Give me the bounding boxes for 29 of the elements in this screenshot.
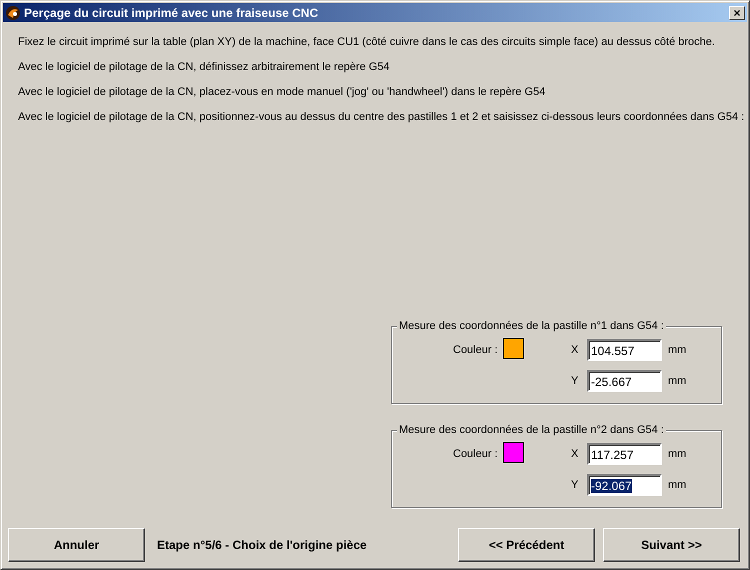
group-title: Mesure des coordonnées de la pastille n°1 dans G54 : <box>397 320 666 333</box>
next-button[interactable]: Suivant >> <box>603 528 740 562</box>
color-swatch[interactable] <box>503 442 524 463</box>
app-logo-icon <box>5 4 21 20</box>
coordinate-input[interactable]: 104.557 <box>587 339 662 361</box>
previous-button[interactable]: << Précédent <box>458 528 595 562</box>
axis-label: Y <box>571 375 580 387</box>
close-button[interactable]: × <box>729 6 745 20</box>
instruction-text: Fixez le circuit imprimé sur la table (plan XY) de la machine, face CU1 (côté cuivre dans le cas des circuits simple face) au dessus côté broche. <box>18 36 716 49</box>
color-label: Couleur : <box>453 448 498 460</box>
instruction-text: Avec le logiciel de pilotage de la CN, placez-vous en mode manuel ('jog' ou 'handwheel') dans le repère G54 <box>18 86 546 99</box>
instruction-text: Avec le logiciel de pilotage de la CN, positionnez-vous au dessus du centre des pastilles 1 et 2 et saisissez ci-dessous leurs coordonnées dans G54 : <box>18 111 746 124</box>
group-title: Mesure des coordonnées de la pastille n°2 dans G54 : <box>397 424 666 437</box>
axis-label: Y <box>571 479 580 491</box>
coordinate-input[interactable]: 117.257 <box>587 443 662 465</box>
unit-label: mm <box>668 448 686 460</box>
axis-label: X <box>571 448 580 460</box>
coordinate-input[interactable]: -92.067 <box>587 474 662 496</box>
coordinate-input[interactable]: -25.667 <box>587 370 662 392</box>
color-label: Couleur : <box>453 344 498 356</box>
axis-label: X <box>571 344 580 356</box>
step-label: Etape n°5/6 - Choix de l'origine pièce <box>157 538 368 552</box>
instruction-text: Avec le logiciel de pilotage de la CN, définissez arbitrairement le repère G54 <box>18 61 391 74</box>
window-title: Perçage du circuit imprimé avec une fraiseuse CNC <box>24 6 320 20</box>
cancel-button[interactable]: Annuler <box>8 528 145 562</box>
unit-label: mm <box>668 344 686 356</box>
color-swatch[interactable] <box>503 338 524 359</box>
unit-label: mm <box>668 375 686 387</box>
unit-label: mm <box>668 479 686 491</box>
